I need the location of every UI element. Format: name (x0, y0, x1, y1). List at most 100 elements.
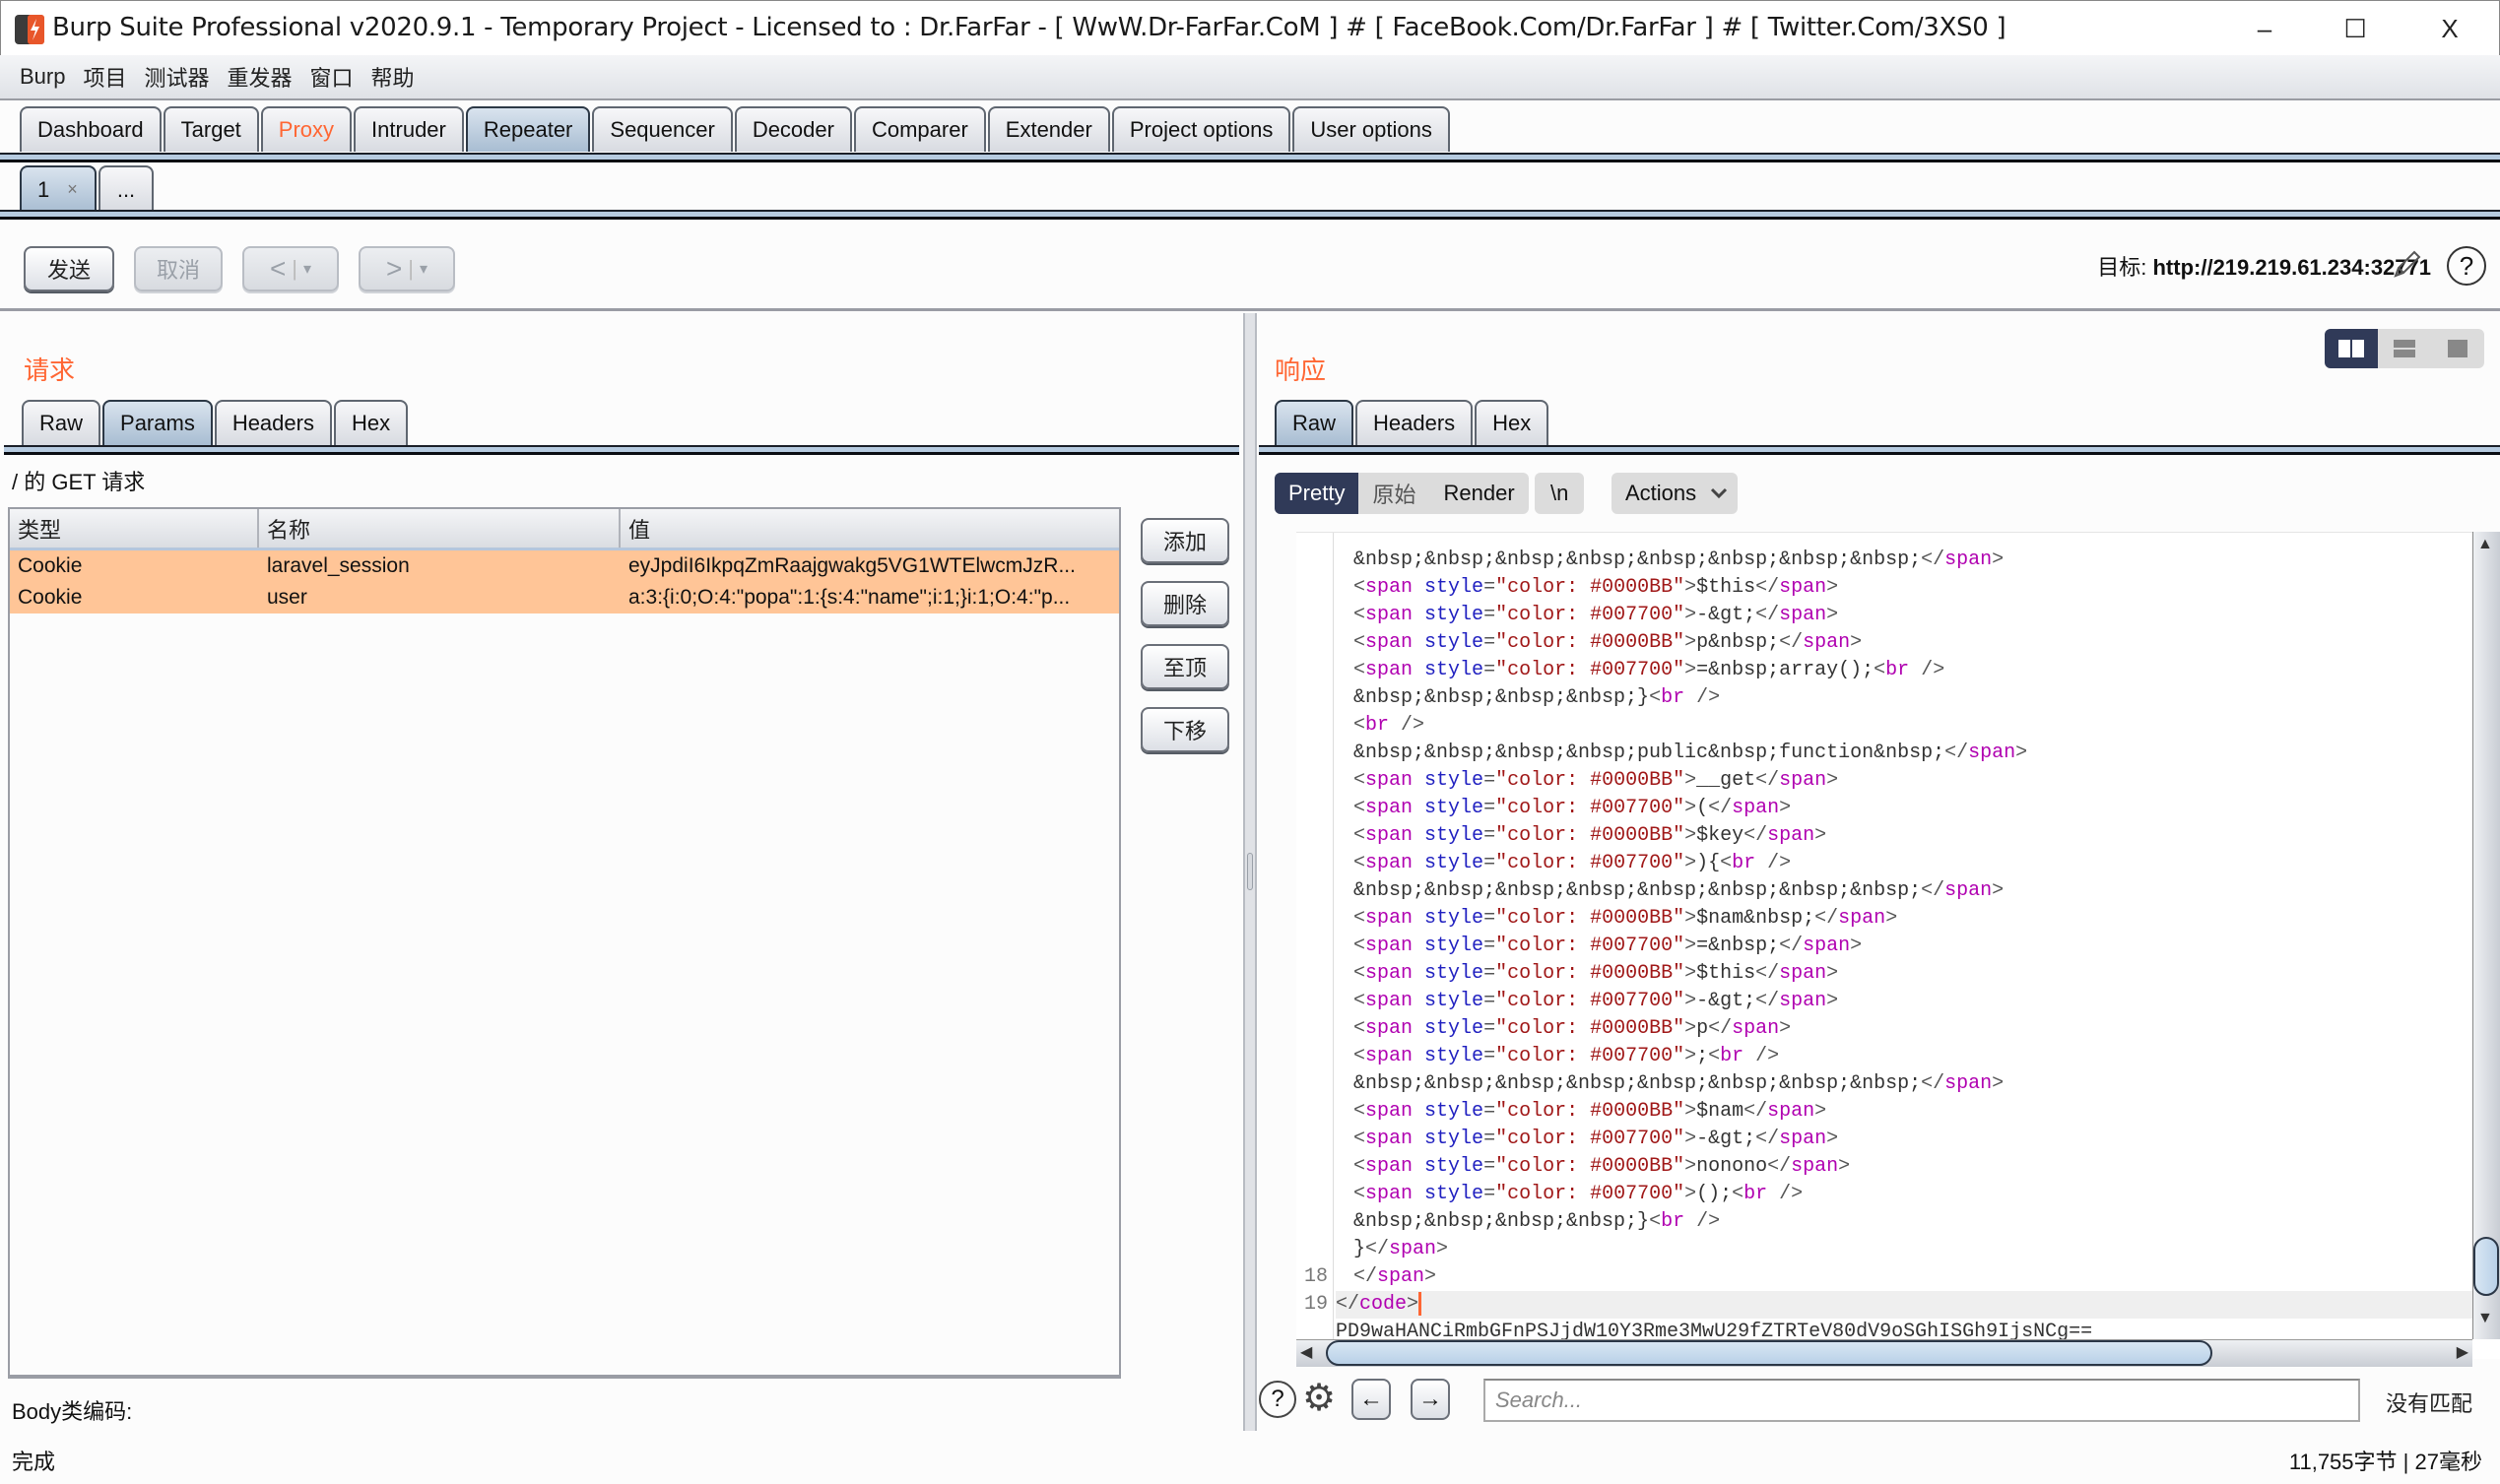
menu-intruder[interactable]: 测试器 (145, 61, 210, 93)
response-editor[interactable]: &nbsp;&nbsp;&nbsp;&nbsp;&nbsp;&nbsp;&nbs… (1296, 532, 2500, 1359)
code-content[interactable]: &nbsp;&nbsp;&nbsp;&nbsp;&nbsp;&nbsp;&nbs… (1304, 533, 2472, 1346)
request-tab-hex[interactable]: Hex (333, 400, 409, 445)
search-prev-button[interactable]: ← (1351, 1379, 1391, 1420)
forward-button[interactable]: > | ▾ (359, 246, 455, 291)
view-pretty-button[interactable]: Pretty (1275, 473, 1359, 514)
code-token: (); (1696, 1183, 1733, 1205)
scroll-down-arrow-icon[interactable]: ▼ (2477, 1310, 2493, 1327)
add-param-button[interactable]: 添加 (1141, 518, 1229, 563)
scroll-up-arrow-icon[interactable]: ▲ (2477, 536, 2493, 553)
scroll-left-arrow-icon[interactable]: ◀ (1300, 1342, 1312, 1362)
help-icon[interactable]: ? (2447, 246, 2486, 286)
pane-splitter[interactable] (1243, 313, 1257, 1431)
request-tab-params[interactable]: Params (102, 400, 213, 445)
tab-user-options[interactable]: User options (1292, 106, 1450, 152)
tab-dashboard[interactable]: Dashboard (20, 106, 162, 152)
code-token: = (1483, 797, 1496, 819)
splitter-grip[interactable] (1247, 853, 1253, 890)
tab-extender[interactable]: Extender (987, 106, 1110, 152)
column-header-type[interactable]: 类型 (10, 509, 259, 548)
search-help-icon[interactable]: ? (1259, 1381, 1296, 1418)
edit-target-pencil-icon[interactable] (2390, 248, 2423, 282)
horizontal-scrollbar[interactable]: ◀ ▶ (1296, 1339, 2472, 1367)
menu-burp[interactable]: Burp (20, 64, 65, 90)
column-header-value[interactable]: 值 (621, 509, 1119, 548)
actions-dropdown[interactable]: Actions (1612, 473, 1739, 514)
code-token: </ (1767, 1155, 1792, 1178)
code-token: span (1365, 1017, 1414, 1040)
table-row[interactable]: Cookie user a:3:{i:0;O:4:"popa":1:{s:4:"… (10, 582, 1119, 613)
view-render-button[interactable]: Render (1429, 473, 1528, 514)
menu-repeater[interactable]: 重发器 (228, 61, 293, 93)
layout-stacked-button[interactable] (2378, 329, 2431, 368)
tab-target[interactable]: Target (163, 106, 259, 152)
code-token: "color: #0000BB" (1495, 1155, 1685, 1178)
tab-sequencer[interactable]: Sequencer (592, 106, 733, 152)
code-token: style (1424, 962, 1484, 985)
code-token: < (1353, 604, 1366, 626)
new-tab-button[interactable]: ... (99, 165, 154, 212)
horizontal-scroll-thumb[interactable] (1326, 1340, 2212, 1366)
tab-project-options[interactable]: Project options (1111, 106, 1291, 152)
cancel-button[interactable]: 取消 (134, 246, 223, 291)
view-raw-button[interactable]: 原始 (1358, 473, 1429, 514)
maximize-button[interactable]: ☐ (2316, 7, 2395, 50)
code-token: span (1365, 797, 1414, 819)
tab-intruder[interactable]: Intruder (354, 106, 464, 152)
newline-toggle[interactable]: \n (1535, 473, 1585, 514)
move-down-button[interactable]: 下移 (1141, 707, 1229, 752)
code-line: <span style="color: #007700">();<br /> (1336, 1181, 2472, 1208)
tab-repeater[interactable]: Repeater (465, 106, 591, 152)
code-token: ( (1696, 797, 1709, 819)
repeater-tab-1[interactable]: 1 × (20, 165, 97, 212)
code-token: > (1779, 797, 1792, 819)
code-token: style (1424, 576, 1484, 599)
request-tab-headers[interactable]: Headers (214, 400, 332, 445)
layout-tabs-button[interactable] (2431, 329, 2484, 368)
close-tab-icon[interactable]: × (67, 179, 78, 200)
code-token: </ (1779, 631, 1804, 654)
code-token: > (1684, 659, 1697, 681)
code-token: =&nbsp;array(); (1696, 659, 1875, 681)
code-line: <span style="color: #007700">-&gt;</span… (1336, 1126, 2472, 1153)
code-token: style (1424, 659, 1484, 681)
menu-project[interactable]: 项目 (83, 61, 126, 93)
scroll-right-arrow-icon[interactable]: ▶ (2457, 1342, 2468, 1362)
vertical-scroll-thumb[interactable] (2473, 1237, 2499, 1296)
close-button[interactable]: X (2410, 7, 2489, 50)
table-row[interactable]: Cookie laravel_session eyJpdiI6IkpqZmRaa… (10, 550, 1119, 582)
vertical-scrollbar[interactable]: ▲ ▼ (2472, 532, 2500, 1339)
menu-window[interactable]: 窗口 (310, 61, 354, 93)
layout-side-by-side-button[interactable] (2325, 329, 2378, 368)
send-button[interactable]: 发送 (24, 246, 114, 291)
column-header-name[interactable]: 名称 (259, 509, 621, 548)
code-line: <span style="color: #0000BB">p&nbsp;</sp… (1336, 629, 2472, 657)
response-tab-hex[interactable]: Hex (1475, 400, 1549, 445)
code-token: = (1483, 1045, 1496, 1067)
search-next-button[interactable]: → (1411, 1379, 1450, 1420)
tab-comparer[interactable]: Comparer (853, 106, 986, 152)
code-token: </ (1779, 935, 1804, 957)
code-token: nonono (1696, 1155, 1768, 1178)
code-token: span (1365, 1045, 1414, 1067)
move-up-button[interactable]: 至顶 (1141, 644, 1229, 689)
code-token: span (1779, 990, 1827, 1012)
tab-proxy[interactable]: Proxy (260, 106, 353, 152)
code-token: span (1389, 1238, 1437, 1260)
search-settings-gear-icon[interactable]: ⚙ (1302, 1377, 1336, 1420)
code-token: span (1365, 935, 1414, 957)
remove-param-button[interactable]: 删除 (1141, 581, 1229, 626)
search-input[interactable] (1483, 1379, 2360, 1422)
tab-decoder[interactable]: Decoder (734, 106, 852, 152)
response-tab-headers[interactable]: Headers (1355, 400, 1474, 445)
menu-help[interactable]: 帮助 (371, 61, 415, 93)
code-token: span (1838, 907, 1886, 930)
minimize-button[interactable]: – (2225, 7, 2304, 50)
response-tab-raw[interactable]: Raw (1275, 400, 1354, 445)
back-button[interactable]: < | ▾ (242, 246, 339, 291)
request-tab-raw[interactable]: Raw (22, 400, 101, 445)
